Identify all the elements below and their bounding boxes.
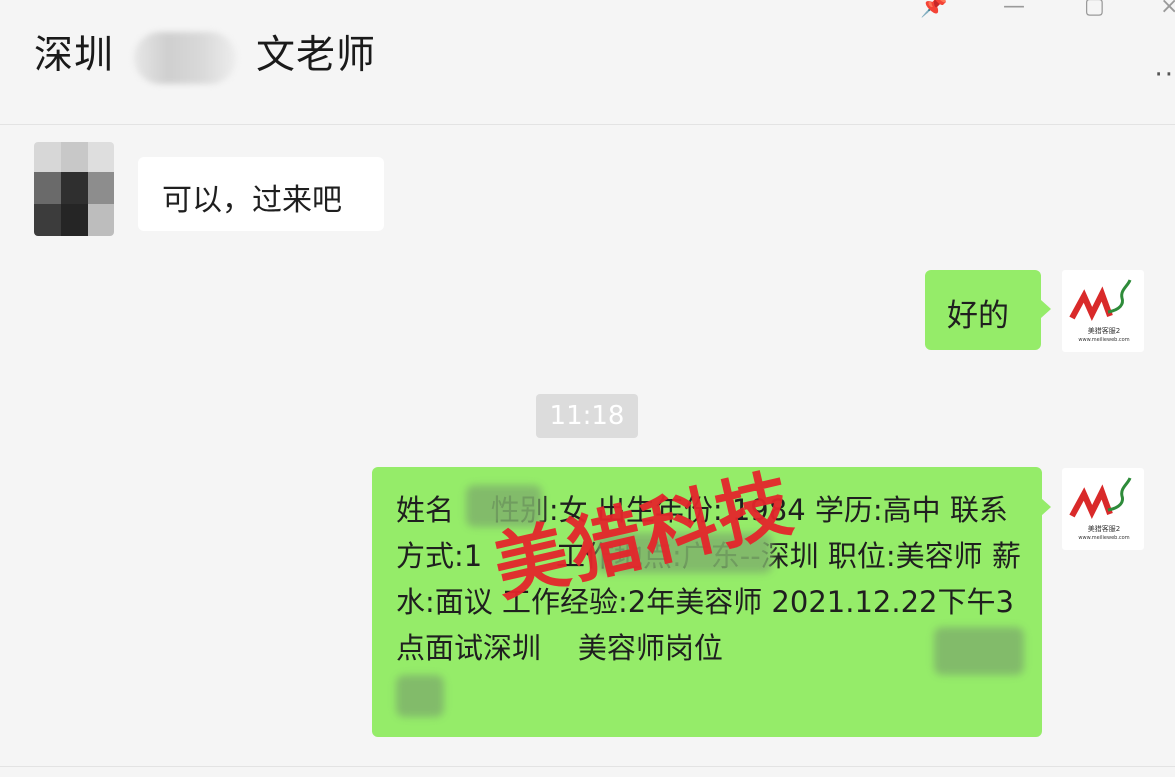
contact-avatar[interactable] [34, 142, 114, 236]
message-bubble-incoming[interactable]: 可以，过来吧 [138, 157, 384, 231]
bubble-tail [1041, 498, 1051, 516]
pin-icon[interactable]: 📌 [920, 0, 947, 19]
chat-title-prefix: 深圳 [34, 33, 115, 78]
divider [0, 766, 1175, 767]
avatar-logo-subtext: www.meilieweb.com [1078, 337, 1130, 343]
redaction-blur [396, 675, 444, 717]
avatar-logo-subtext: www.meilieweb.com [1078, 535, 1130, 541]
self-avatar[interactable]: 美猎客服2 www.meilieweb.com [1062, 270, 1144, 352]
timestamp: 11:18 [536, 394, 638, 438]
redaction-blur [934, 627, 1024, 675]
avatar-logo-text: 美猎客服2 [1087, 525, 1121, 533]
message-text: 可以，过来吧 [162, 183, 342, 218]
minimize-icon[interactable]: — [1003, 0, 1025, 19]
more-icon[interactable]: ·· [1154, 60, 1175, 90]
avatar-logo-text: 美猎客服2 [1087, 327, 1121, 335]
message-bubble-outgoing[interactable]: 好的 [925, 270, 1041, 350]
bubble-tail [1041, 300, 1051, 318]
close-icon[interactable]: × [1160, 0, 1175, 19]
chat-title: 深圳 文老师 [34, 24, 376, 84]
message-text: 好的 [947, 298, 1009, 334]
chat-title-suffix: 文老师 [256, 33, 377, 78]
chat-header: 深圳 文老师 📌 — ▢ × ·· [0, 0, 1175, 125]
redacted-name-blur [134, 31, 237, 84]
self-avatar[interactable]: 美猎客服2 www.meilieweb.com [1062, 468, 1144, 550]
maximize-icon[interactable]: ▢ [1084, 0, 1105, 19]
